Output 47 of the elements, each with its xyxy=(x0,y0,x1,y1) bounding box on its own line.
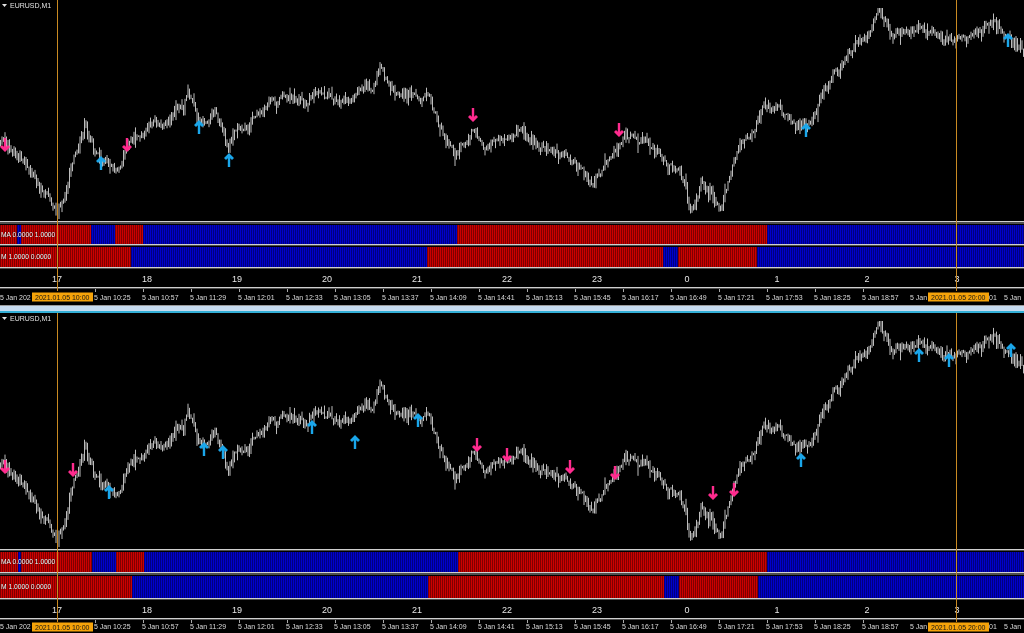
hour-label: 18 xyxy=(142,273,152,284)
up-arrow-icon xyxy=(96,156,106,170)
hour-label: 21 xyxy=(412,273,422,284)
up-arrow-icon xyxy=(307,420,317,434)
up-arrow-icon xyxy=(194,120,204,134)
hour-label: 21 xyxy=(412,604,422,615)
hour-label: 20 xyxy=(322,273,332,284)
down-arrow-icon xyxy=(0,460,10,474)
down-arrow-icon xyxy=(614,123,624,137)
hour-label: 2 xyxy=(864,604,870,615)
caret-icon[interactable] xyxy=(2,317,7,320)
hour-label: 22 xyxy=(502,604,512,615)
up-arrow-icon xyxy=(413,413,423,427)
up-arrow-icon xyxy=(218,445,228,459)
down-arrow-icon xyxy=(729,483,739,497)
hour-label: 2 xyxy=(864,273,870,284)
up-arrow-icon xyxy=(944,353,954,367)
down-arrow-icon xyxy=(502,448,512,462)
up-arrow-icon xyxy=(801,123,811,137)
up-arrow-icon xyxy=(1006,343,1016,357)
hour-label: 1 xyxy=(774,604,780,615)
down-arrow-icon xyxy=(472,438,482,452)
hour-label: 18 xyxy=(142,604,152,615)
hour-label: 20 xyxy=(322,604,332,615)
hour-label: 1 xyxy=(774,273,780,284)
hour-label: 19 xyxy=(232,273,242,284)
down-arrow-icon xyxy=(565,460,575,474)
hour-label: 0 xyxy=(684,604,690,615)
down-arrow-icon xyxy=(468,108,478,122)
up-arrow-icon xyxy=(104,485,114,499)
down-arrow-icon xyxy=(0,138,10,152)
hour-label: 23 xyxy=(592,604,602,615)
hour-label: 23 xyxy=(592,273,602,284)
up-arrow-icon xyxy=(914,348,924,362)
up-arrow-icon xyxy=(350,435,360,449)
hour-label: 22 xyxy=(502,273,512,284)
up-arrow-icon xyxy=(1003,33,1013,47)
caret-icon[interactable] xyxy=(2,4,7,7)
up-arrow-icon xyxy=(796,453,806,467)
up-arrow-icon xyxy=(224,153,234,167)
down-arrow-icon xyxy=(122,138,132,152)
down-arrow-icon xyxy=(610,466,620,480)
up-arrow-icon xyxy=(199,442,209,456)
down-arrow-icon xyxy=(708,486,718,500)
hour-label: 0 xyxy=(684,273,690,284)
hour-label: 19 xyxy=(232,604,242,615)
down-arrow-icon xyxy=(68,463,78,477)
